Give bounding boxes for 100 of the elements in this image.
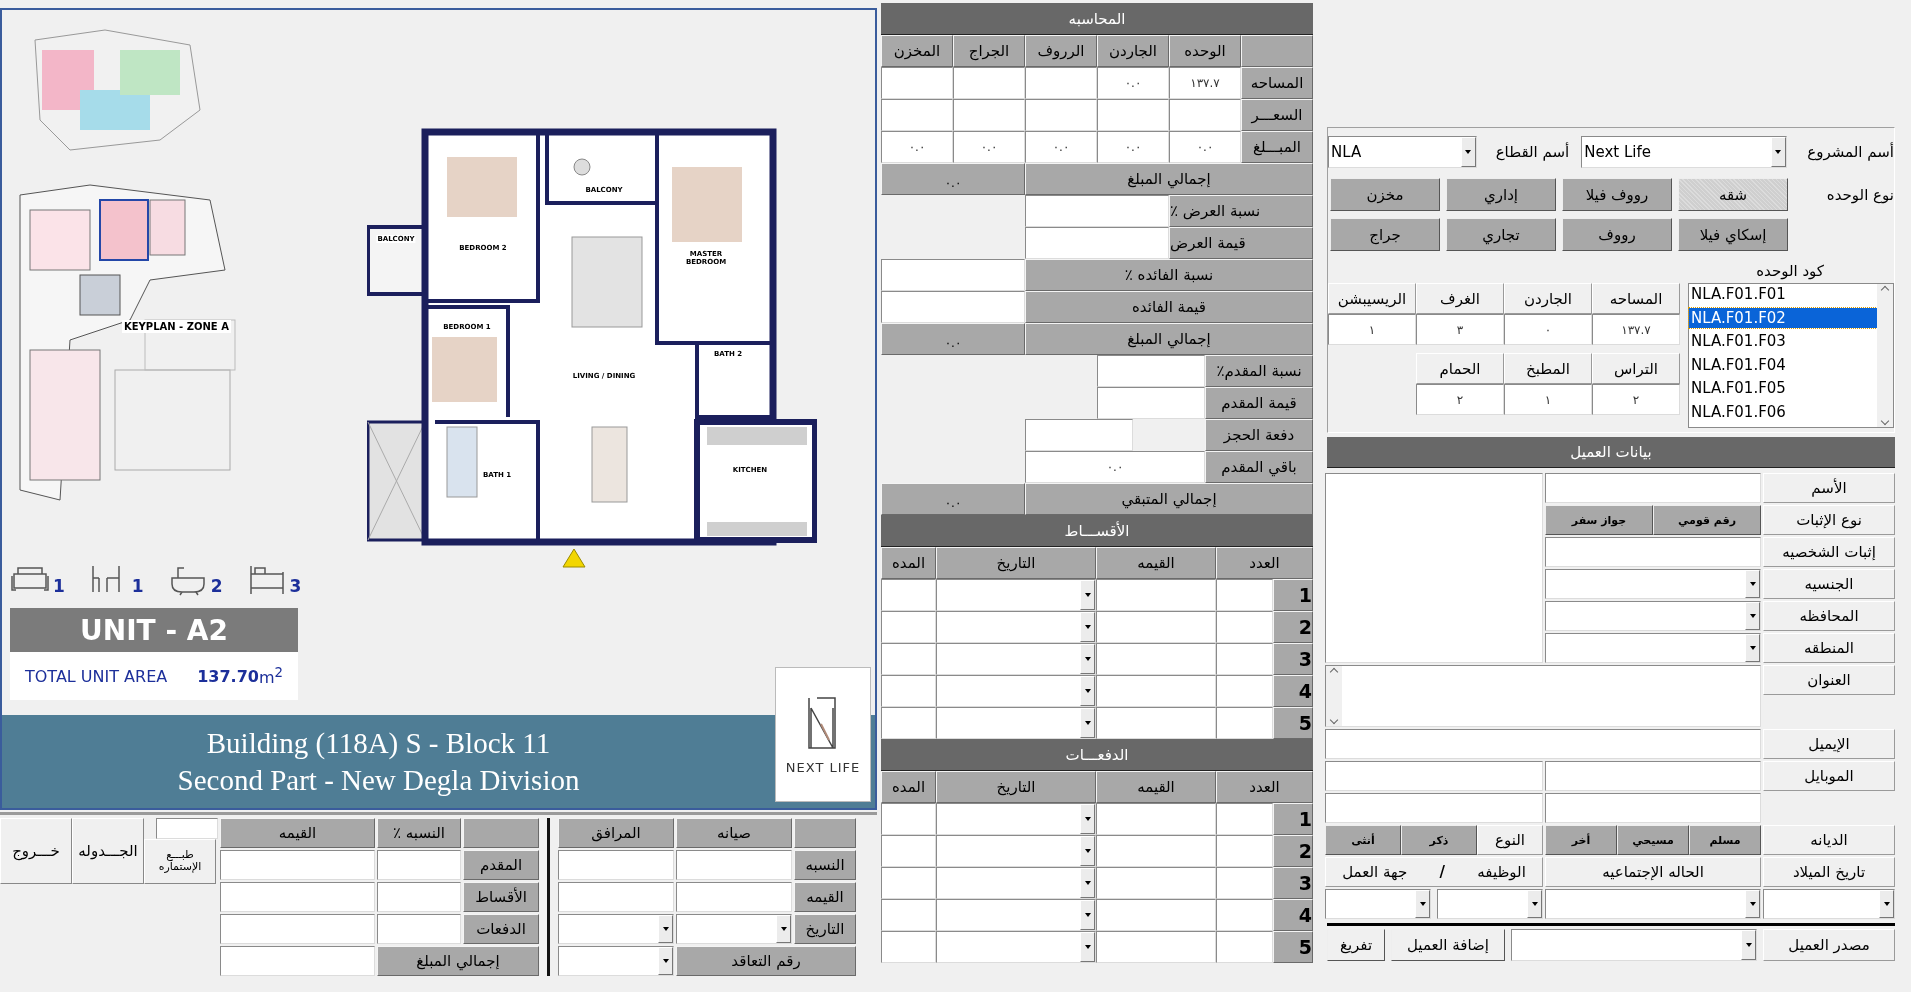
dropdown-button[interactable] xyxy=(1879,890,1894,918)
text-field[interactable] xyxy=(377,850,461,880)
table-field[interactable]: ٠.٠ xyxy=(1097,67,1169,99)
text-field[interactable] xyxy=(881,643,936,675)
text-field[interactable] xyxy=(1097,387,1205,419)
table-field[interactable] xyxy=(881,99,953,131)
dropdown-field[interactable] xyxy=(1545,633,1761,663)
unit-type-button[interactable]: شقه xyxy=(1678,178,1788,211)
table-field[interactable] xyxy=(1097,99,1169,131)
spec-value[interactable]: ١ xyxy=(1504,384,1592,415)
text-field[interactable] xyxy=(1545,761,1761,791)
option-button[interactable]: مسلم xyxy=(1689,825,1761,855)
table-field[interactable] xyxy=(1169,99,1241,131)
dropdown-button[interactable] xyxy=(1460,137,1476,167)
sector-dropdown[interactable]: NLA xyxy=(1328,136,1477,168)
unit-type-button[interactable]: رووف فيلا xyxy=(1562,178,1672,211)
table-field[interactable]: ٠.٠ xyxy=(881,131,953,163)
dropdown-field[interactable] xyxy=(1437,889,1543,919)
text-field[interactable] xyxy=(220,882,375,912)
schedule-button[interactable]: الجـــدوله xyxy=(72,818,144,884)
dropdown-field[interactable] xyxy=(1545,601,1761,631)
unit-type-button[interactable]: جراج xyxy=(1330,218,1440,251)
dropdown-button[interactable] xyxy=(1080,932,1095,962)
dropdown-button[interactable] xyxy=(1745,634,1760,662)
text-field[interactable] xyxy=(1096,643,1216,675)
dropdown-button[interactable] xyxy=(1080,644,1095,674)
dropdown-button[interactable] xyxy=(1080,900,1095,930)
dropdown-button[interactable] xyxy=(776,915,791,943)
table-field[interactable] xyxy=(1025,99,1097,131)
add-client-button[interactable]: إضافة العميل xyxy=(1391,929,1505,961)
text-field[interactable]: ٠.٠ xyxy=(1025,451,1205,483)
dropdown-button[interactable] xyxy=(1080,836,1095,866)
unit-type-button[interactable]: رووف xyxy=(1562,218,1672,251)
text-field[interactable] xyxy=(881,931,936,963)
text-field[interactable] xyxy=(881,835,936,867)
text-field[interactable] xyxy=(1325,761,1543,791)
list-item[interactable]: NLA.F01.F01 xyxy=(1689,284,1877,304)
text-field[interactable] xyxy=(220,946,375,976)
dropdown-button[interactable] xyxy=(1415,890,1430,918)
dropdown-button[interactable] xyxy=(658,915,673,943)
dropdown-button[interactable] xyxy=(1770,137,1786,167)
table-field[interactable] xyxy=(953,99,1025,131)
dropdown-button[interactable] xyxy=(1741,930,1756,960)
text-field[interactable] xyxy=(1096,867,1216,899)
spec-value[interactable]: ٢ xyxy=(1592,384,1680,415)
text-field[interactable] xyxy=(1216,611,1273,643)
text-field[interactable] xyxy=(1096,803,1216,835)
table-field[interactable] xyxy=(953,67,1025,99)
address-field[interactable] xyxy=(1325,665,1761,727)
dropdown-button[interactable] xyxy=(1527,890,1542,918)
text-field[interactable] xyxy=(377,882,461,912)
unit-type-button[interactable]: إسكاي فيلا xyxy=(1678,218,1788,251)
text-field[interactable] xyxy=(1325,793,1543,823)
dropdown-button[interactable] xyxy=(1745,890,1760,918)
list-item[interactable]: NLA.F01.F05 xyxy=(1689,378,1877,398)
unit-type-button[interactable]: مخزن xyxy=(1330,178,1440,211)
text-field[interactable] xyxy=(881,707,936,739)
text-field[interactable] xyxy=(1216,675,1273,707)
clear-button[interactable]: تفريغ xyxy=(1327,929,1385,961)
text-field[interactable] xyxy=(881,611,936,643)
table-field[interactable]: ٠.٠ xyxy=(953,131,1025,163)
dropdown-button[interactable] xyxy=(1080,612,1095,642)
dropdown-button[interactable] xyxy=(1745,570,1760,598)
option-button[interactable]: مسيحي xyxy=(1617,825,1689,855)
table-field[interactable] xyxy=(881,67,953,99)
unit-type-button[interactable]: إداري xyxy=(1446,178,1556,211)
spec-value[interactable]: ٠ xyxy=(1504,314,1592,345)
dropdown-field[interactable] xyxy=(1545,889,1761,919)
text-field[interactable] xyxy=(1025,227,1169,259)
list-item[interactable]: NLA.F01.F03 xyxy=(1689,331,1877,351)
dropdown-button[interactable] xyxy=(1080,868,1095,898)
unit-type-button[interactable]: تجاري xyxy=(1446,218,1556,251)
project-dropdown[interactable]: Next Life xyxy=(1581,136,1787,168)
text-field[interactable] xyxy=(881,579,936,611)
list-item[interactable]: NLA.F01.F04 xyxy=(1689,354,1877,375)
scroll-bar[interactable] xyxy=(1877,284,1893,427)
text-field[interactable] xyxy=(881,867,936,899)
text-field[interactable] xyxy=(1025,195,1169,227)
dropdown-button[interactable] xyxy=(1080,676,1095,706)
text-field[interactable] xyxy=(1096,707,1216,739)
table-field[interactable] xyxy=(1025,67,1097,99)
text-field[interactable] xyxy=(1096,931,1216,963)
option-button[interactable]: جواز سفر xyxy=(1545,505,1653,535)
text-field[interactable] xyxy=(1097,355,1205,387)
text-field[interactable] xyxy=(881,259,1025,291)
text-field[interactable] xyxy=(220,914,375,944)
spec-value[interactable]: ٢ xyxy=(1416,384,1504,415)
text-field[interactable] xyxy=(1096,899,1216,931)
text-field[interactable] xyxy=(881,291,1025,323)
text-field[interactable] xyxy=(1216,579,1273,611)
text-field[interactable] xyxy=(377,914,461,944)
text-field[interactable] xyxy=(220,850,375,880)
dropdown-button[interactable] xyxy=(1080,708,1095,738)
text-field[interactable] xyxy=(676,882,792,912)
dropdown-button[interactable] xyxy=(1745,602,1760,630)
option-button[interactable]: أخر xyxy=(1545,825,1617,855)
text-field[interactable] xyxy=(1216,931,1273,963)
text-field[interactable] xyxy=(558,882,674,912)
text-field[interactable] xyxy=(676,850,792,880)
table-field[interactable]: ٠.٠ xyxy=(1169,131,1241,163)
